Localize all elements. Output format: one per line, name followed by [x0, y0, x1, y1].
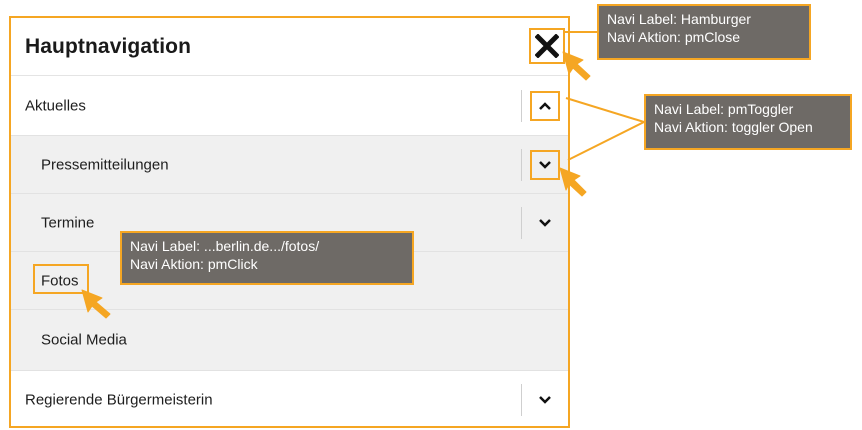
connector-line: [567, 121, 645, 161]
annotation-arrows: [81, 31, 645, 319]
arrow-icon: [559, 167, 587, 197]
arrow-icon: [81, 289, 111, 319]
connector-line: [565, 97, 645, 123]
arrow-icon: [562, 51, 591, 81]
